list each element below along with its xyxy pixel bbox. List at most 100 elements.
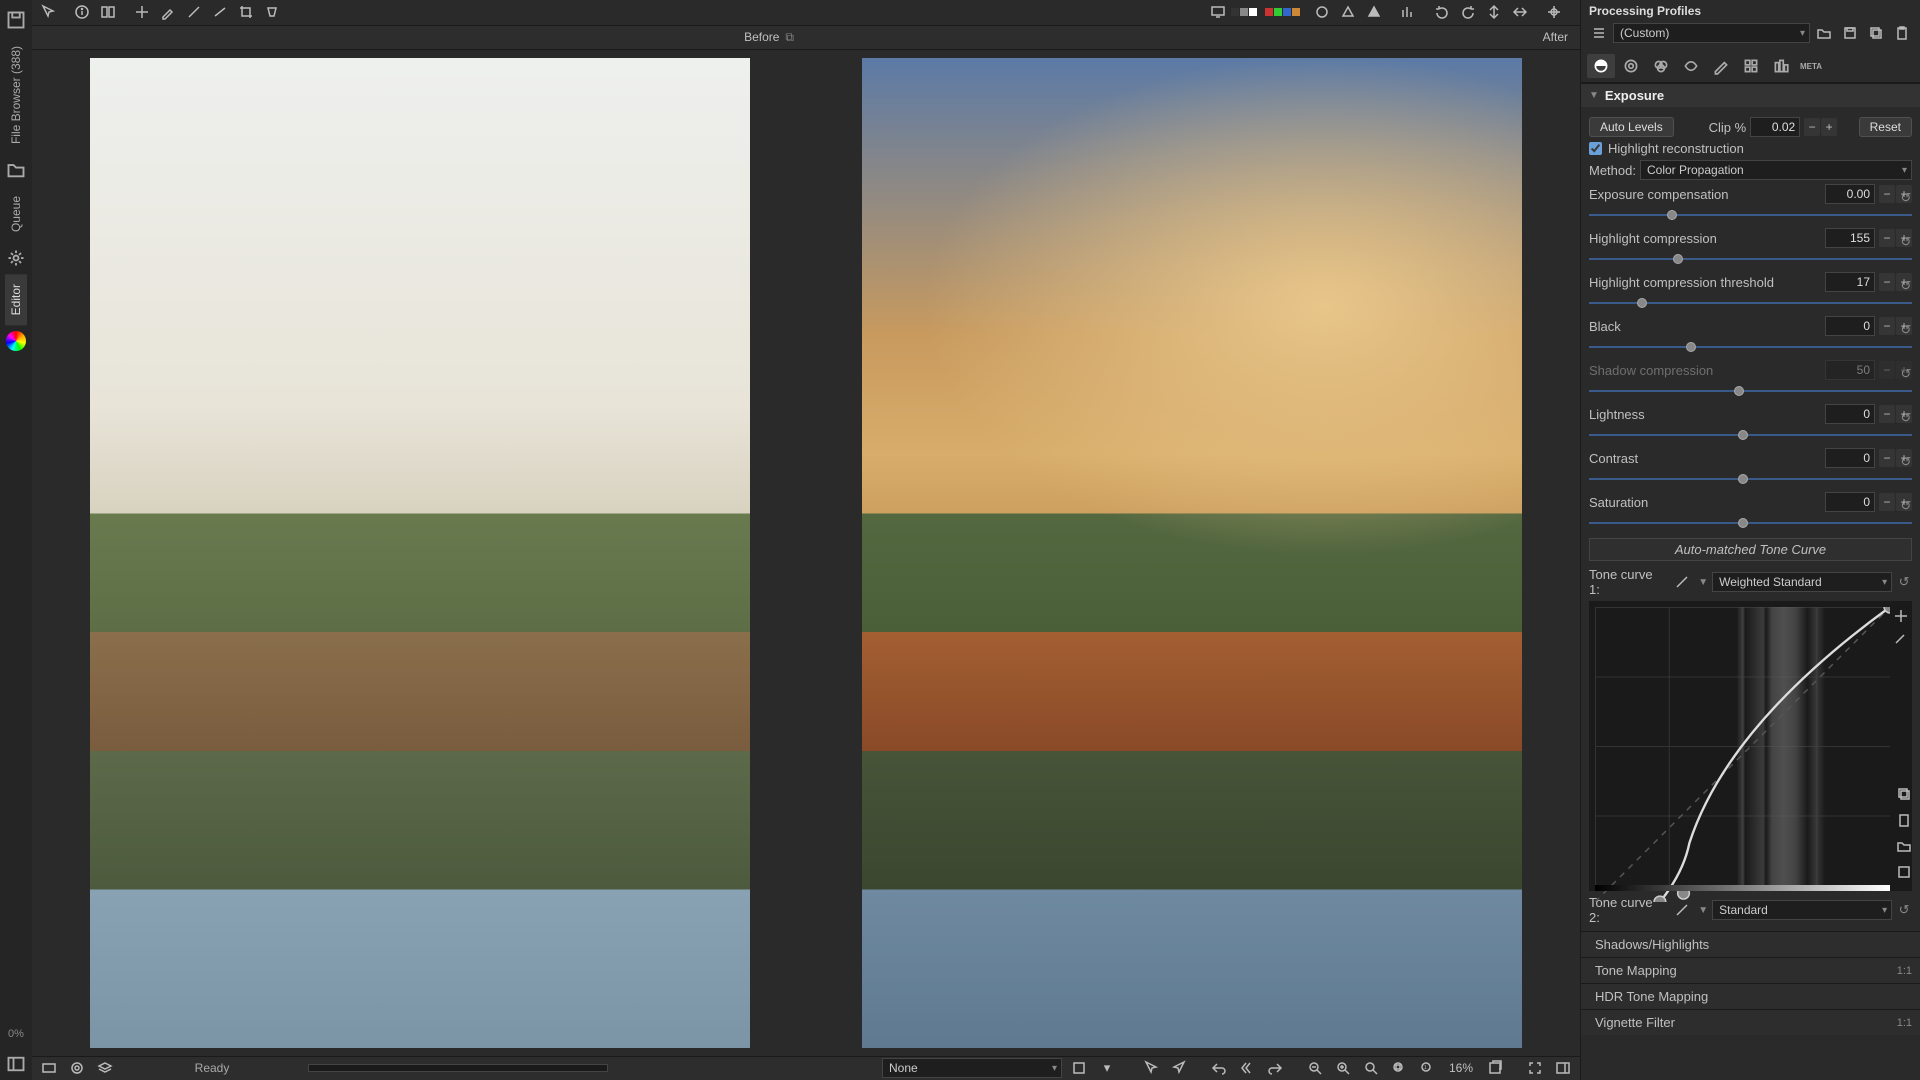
zoom-out-icon[interactable]: [1304, 1058, 1326, 1078]
panel-right-icon[interactable]: [1552, 1058, 1574, 1078]
history-icon[interactable]: 1:1: [1897, 965, 1912, 977]
curve-save-icon[interactable]: [1892, 861, 1916, 883]
rotate-left-icon[interactable]: [1430, 1, 1454, 23]
soft-proof-menu-icon[interactable]: ▾: [1096, 1058, 1118, 1078]
section-shadows-highlights[interactable]: Shadows/Highlights: [1581, 931, 1920, 957]
compare-icon[interactable]: [96, 1, 120, 23]
slider-minus-2[interactable]: −: [1879, 273, 1895, 291]
slider-minus-0[interactable]: −: [1879, 185, 1895, 203]
save-icon[interactable]: [6, 10, 26, 30]
thumbnail-icon[interactable]: [38, 1058, 60, 1078]
tab-editor[interactable]: Editor: [5, 274, 27, 325]
before-pane[interactable]: [38, 58, 802, 1048]
curve-2-type-icon[interactable]: [1670, 899, 1694, 921]
reset-button[interactable]: Reset: [1859, 117, 1912, 137]
slider-reset-2[interactable]: ↺: [1898, 278, 1914, 294]
info-icon[interactable]: [70, 1, 94, 23]
settings-icon[interactable]: [66, 1058, 88, 1078]
panel-toggle-icon[interactable]: [6, 1054, 26, 1074]
profile-paste-icon[interactable]: [1890, 22, 1914, 44]
slider-reset-3[interactable]: ↺: [1898, 322, 1914, 338]
slider-track-1[interactable]: ↺: [1589, 252, 1912, 266]
curve-1-reset-icon[interactable]: ↺: [1896, 574, 1912, 590]
flip-v-icon[interactable]: [1482, 1, 1506, 23]
new-window-icon[interactable]: [1484, 1058, 1506, 1078]
tone-curve-2-select[interactable]: Standard: [1712, 900, 1892, 920]
tab-meta-icon[interactable]: META: [1797, 54, 1825, 78]
tab-file-browser[interactable]: File Browser (388): [5, 36, 27, 154]
wb-picker-icon[interactable]: [182, 1, 206, 23]
slider-value-5[interactable]: [1825, 404, 1875, 424]
arrow-tool-icon[interactable]: [1140, 1058, 1162, 1078]
slider-reset-7[interactable]: ↺: [1898, 498, 1914, 514]
folder-icon[interactable]: [6, 160, 26, 180]
profile-copy-icon[interactable]: [1864, 22, 1888, 44]
curve-2-reset-icon[interactable]: ↺: [1896, 902, 1912, 918]
slider-track-7[interactable]: ↺: [1589, 516, 1912, 530]
slider-minus-5[interactable]: −: [1879, 405, 1895, 423]
section-vignette-filter[interactable]: Vignette Filter 1:1: [1581, 1009, 1920, 1035]
tab-advanced-icon[interactable]: [1677, 54, 1705, 78]
slider-track-2[interactable]: ↺: [1589, 296, 1912, 310]
undo-all-icon[interactable]: [1236, 1058, 1258, 1078]
lock-zoom-icon[interactable]: [1168, 1058, 1190, 1078]
zoom-crop-icon[interactable]: [1388, 1058, 1410, 1078]
soft-proof-icon[interactable]: [1068, 1058, 1090, 1078]
profile-load-icon[interactable]: [1812, 22, 1836, 44]
crosshair-icon[interactable]: [1542, 1, 1566, 23]
crop-icon[interactable]: [234, 1, 258, 23]
gear-icon[interactable]: [6, 248, 26, 268]
redo-icon[interactable]: [1264, 1058, 1286, 1078]
monitor-profile-icon[interactable]: [1206, 1, 1230, 23]
straighten-icon[interactable]: [208, 1, 232, 23]
clip-input[interactable]: [1750, 117, 1800, 137]
zoom-fit-icon[interactable]: [1360, 1058, 1382, 1078]
slider-minus-7[interactable]: −: [1879, 493, 1895, 511]
slider-reset-5[interactable]: ↺: [1898, 410, 1914, 426]
curve-copy-icon[interactable]: [1892, 783, 1916, 805]
profile-select[interactable]: (Custom): [1613, 23, 1810, 43]
slider-value-6[interactable]: [1825, 448, 1875, 468]
picker-icon[interactable]: [156, 1, 180, 23]
zoom-in-icon[interactable]: [1332, 1058, 1354, 1078]
gamut-icon[interactable]: [1310, 1, 1334, 23]
tab-raw-icon[interactable]: [1767, 54, 1795, 78]
hand-icon[interactable]: [130, 1, 154, 23]
auto-levels-button[interactable]: Auto Levels: [1589, 117, 1674, 137]
rotate-right-icon[interactable]: [1456, 1, 1480, 23]
slider-track-5[interactable]: ↺: [1589, 428, 1912, 442]
tone-curve-1-select[interactable]: Weighted Standard: [1712, 572, 1892, 592]
color-wheel-icon[interactable]: [6, 331, 26, 351]
tab-transform-icon[interactable]: [1737, 54, 1765, 78]
slider-value-1[interactable]: [1825, 228, 1875, 248]
profile-save-icon[interactable]: [1838, 22, 1862, 44]
tab-local-icon[interactable]: [1707, 54, 1735, 78]
perspective-icon[interactable]: [260, 1, 284, 23]
zoom-100-icon[interactable]: 1: [1416, 1058, 1438, 1078]
layers-icon[interactable]: [94, 1058, 116, 1078]
slider-minus-3[interactable]: −: [1879, 317, 1895, 335]
method-select[interactable]: Color Propagation: [1640, 160, 1912, 180]
curve-load-icon[interactable]: [1892, 835, 1916, 857]
curve-type-icon[interactable]: [1670, 571, 1694, 593]
slider-value-2[interactable]: [1825, 272, 1875, 292]
history-icon[interactable]: 1:1: [1897, 1017, 1912, 1029]
curve-picker-icon[interactable]: [1892, 629, 1910, 647]
clip-highlights-icon[interactable]: [1362, 1, 1386, 23]
slider-value-7[interactable]: [1825, 492, 1875, 512]
curve-paste-icon[interactable]: [1892, 809, 1916, 831]
slider-reset-1[interactable]: ↺: [1898, 234, 1914, 250]
clip-shadows-icon[interactable]: [1336, 1, 1360, 23]
slider-reset-0[interactable]: ↺: [1898, 190, 1914, 206]
slider-minus-6[interactable]: −: [1879, 449, 1895, 467]
highlight-recon-check[interactable]: [1589, 142, 1602, 155]
pointer-icon[interactable]: [36, 1, 60, 23]
slider-track-6[interactable]: ↺: [1589, 472, 1912, 486]
fullscreen-icon[interactable]: [1524, 1058, 1546, 1078]
after-pane[interactable]: [810, 58, 1574, 1048]
section-hdr-tone-mapping[interactable]: HDR Tone Mapping: [1581, 983, 1920, 1009]
undo-icon[interactable]: [1208, 1058, 1230, 1078]
curve-node-icon[interactable]: [1892, 607, 1910, 625]
slider-track-0[interactable]: ↺: [1589, 208, 1912, 222]
tab-detail-icon[interactable]: [1617, 54, 1645, 78]
